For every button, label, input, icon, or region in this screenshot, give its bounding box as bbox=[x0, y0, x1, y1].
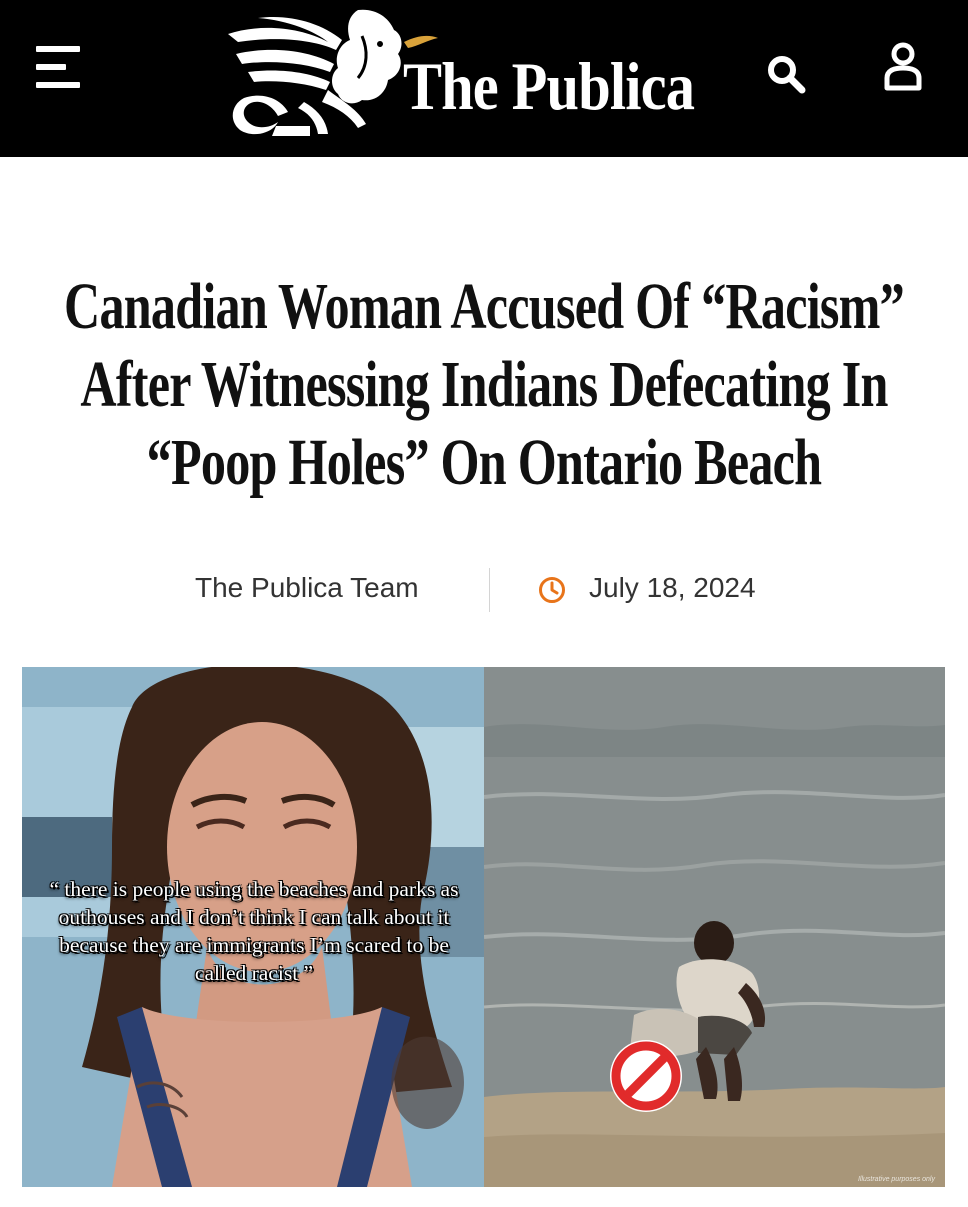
site-header: The Publica bbox=[0, 0, 968, 157]
prohibited-icon bbox=[610, 1040, 682, 1112]
beach-photo bbox=[484, 667, 945, 1187]
user-icon[interactable] bbox=[883, 42, 923, 92]
headline-line: “Poop Holes” On Ontario Beach bbox=[146, 426, 822, 499]
headline-line: Canadian Woman Accused Of “Racism” bbox=[64, 270, 905, 343]
byline: The Publica Team July 18, 2024 bbox=[0, 568, 968, 612]
search-icon[interactable] bbox=[764, 52, 808, 96]
byline-divider bbox=[489, 568, 490, 612]
hamburger-menu-icon[interactable] bbox=[36, 44, 82, 90]
feature-image[interactable]: “ there is people using the beaches and … bbox=[22, 667, 945, 1187]
publish-date: July 18, 2024 bbox=[589, 572, 756, 603]
article-headline: Canadian Woman Accused Of “Racism” After… bbox=[30, 268, 938, 502]
quote-overlay: “ there is people using the beaches and … bbox=[49, 877, 459, 985]
clock-icon bbox=[539, 577, 565, 603]
beach-photo-panel: Illustrative purposes only bbox=[484, 667, 945, 1187]
video-still-panel: “ there is people using the beaches and … bbox=[22, 667, 484, 1187]
author-link[interactable]: The Publica Team bbox=[195, 572, 419, 604]
photo-credit: Illustrative purposes only bbox=[857, 1176, 935, 1183]
headline-line: After Witnessing Indians Defecating In bbox=[80, 348, 888, 421]
brand-name[interactable]: The Publica bbox=[403, 52, 695, 120]
